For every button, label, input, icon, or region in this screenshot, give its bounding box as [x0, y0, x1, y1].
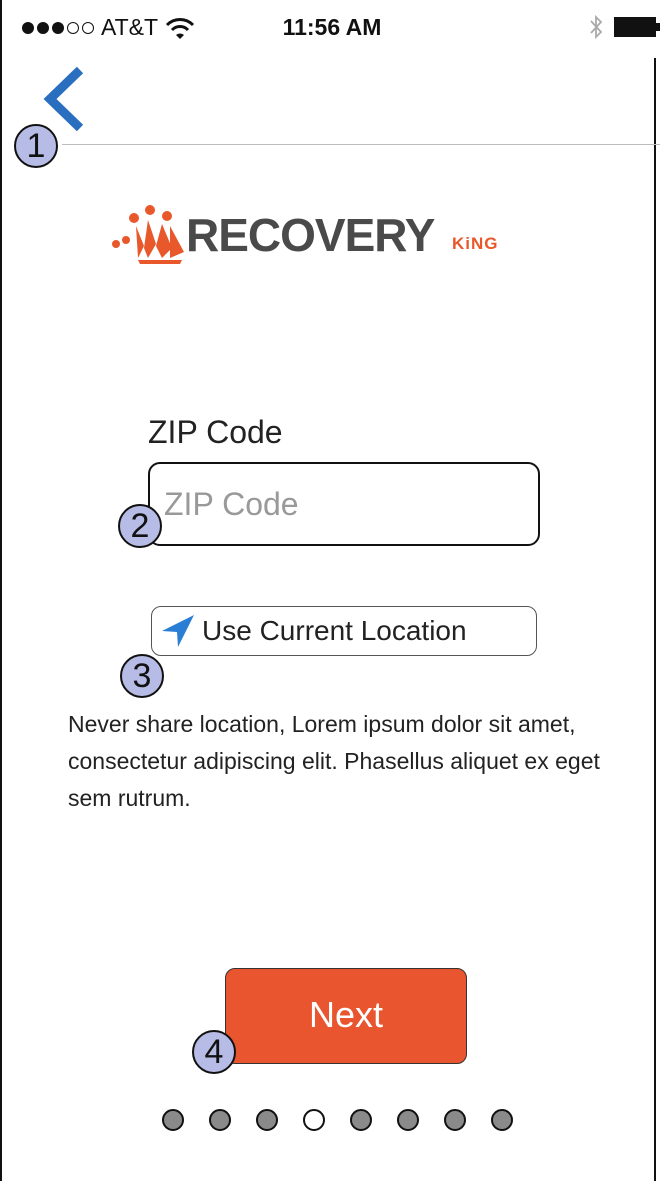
battery-icon: [614, 17, 656, 37]
status-bar: AT&T 11:56 AM: [2, 0, 660, 58]
back-chevron-icon[interactable]: [40, 66, 88, 132]
page-dot[interactable]: [162, 1109, 184, 1131]
use-current-location-label: Use Current Location: [202, 615, 467, 646]
next-button[interactable]: Next: [225, 968, 467, 1064]
phone-screen: AT&T 11:56 AM 1 RECOVERY KiNG ZIP Code Z…: [0, 0, 660, 1181]
page-dot[interactable]: [256, 1109, 278, 1131]
annotation-badge: 3: [120, 654, 164, 698]
use-current-location-button[interactable]: Use Current Location: [151, 606, 537, 656]
page-dot[interactable]: [397, 1109, 419, 1131]
logo-subtext: KiNG: [452, 234, 499, 253]
page-dot[interactable]: [303, 1109, 325, 1131]
recovery-king-logo: RECOVERY KiNG: [110, 200, 530, 270]
nav-divider: [62, 144, 660, 145]
annotation-badge: 2: [118, 504, 162, 548]
location-description: Never share location, Lorem ipsum dolor …: [68, 711, 600, 811]
annotation-badge: 4: [192, 1030, 236, 1074]
page-dot[interactable]: [491, 1109, 513, 1131]
crown-logo-icon: [112, 205, 184, 264]
zip-code-label: ZIP Code: [148, 414, 283, 450]
status-time: 11:56 AM: [282, 14, 382, 40]
zip-code-input[interactable]: [148, 462, 540, 546]
page-indicator: [162, 1109, 513, 1131]
battery-cap: [656, 23, 660, 31]
annotation-badge: 1: [14, 124, 58, 168]
page-dot[interactable]: [209, 1109, 231, 1131]
location-arrow-icon: [162, 615, 194, 647]
page-dot[interactable]: [444, 1109, 466, 1131]
logo-text: RECOVERY: [186, 209, 435, 261]
page-dot[interactable]: [350, 1109, 372, 1131]
bluetooth-icon: [590, 14, 603, 40]
